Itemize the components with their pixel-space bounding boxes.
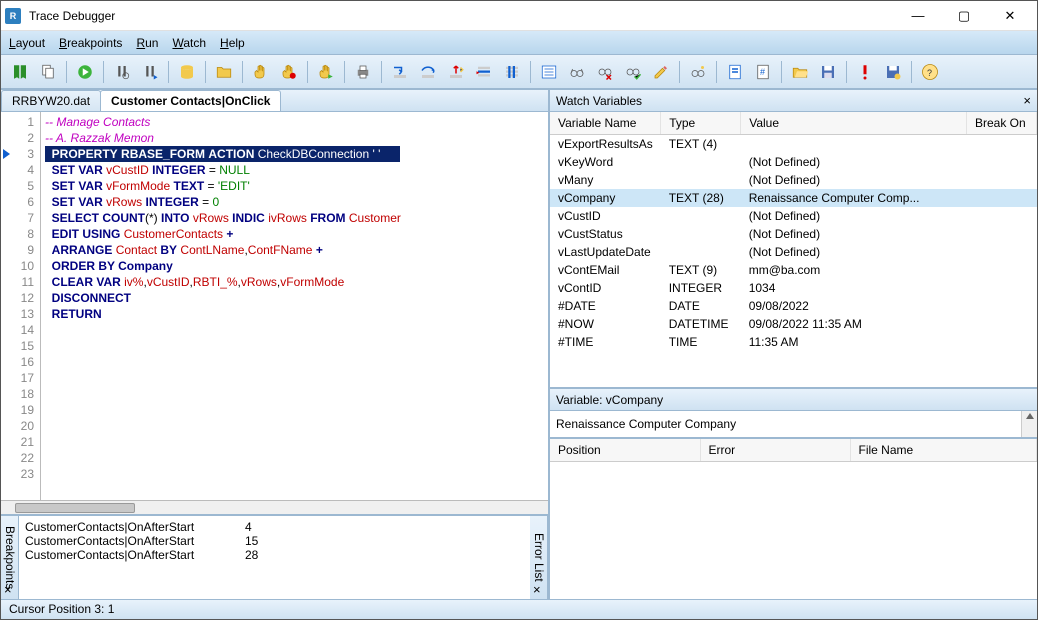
watch-header: Watch Variables × xyxy=(550,90,1037,112)
book-icon[interactable] xyxy=(8,60,32,84)
breakpoints-tab[interactable]: Breakpoints× xyxy=(1,516,19,599)
save-icon[interactable] xyxy=(816,60,840,84)
breakpoint-row[interactable]: CustomerContacts|OnAfterStart28 xyxy=(25,548,524,562)
copy-icon[interactable] xyxy=(36,60,60,84)
menu-bar: Layout Breakpoints Run Watch Help xyxy=(1,31,1037,55)
variable-detail-header: Variable: vCompany xyxy=(550,389,1037,411)
editor-tabs: RRBYW20.dat Customer Contacts|OnClick xyxy=(1,90,548,112)
glasses-icon[interactable] xyxy=(565,60,589,84)
watch-row[interactable]: vKeyWord(Not Defined) xyxy=(550,153,1037,171)
svg-text:?: ? xyxy=(927,67,932,77)
maximize-button[interactable]: ▢ xyxy=(941,2,987,30)
hand-icon[interactable] xyxy=(249,60,273,84)
col-name[interactable]: Variable Name xyxy=(550,112,661,135)
alert-icon[interactable] xyxy=(853,60,877,84)
errors-panel[interactable]: Position Error File Name xyxy=(550,437,1037,599)
watch-row[interactable]: #DATEDATE09/08/2022 xyxy=(550,297,1037,315)
watch-row[interactable]: vCompanyTEXT (28)Renaissance Computer Co… xyxy=(550,189,1037,207)
watch-row[interactable]: vContIDINTEGER1034 xyxy=(550,279,1037,297)
h-scrollbar[interactable] xyxy=(1,500,548,514)
watch-row[interactable]: #TIMETIME11:35 AM xyxy=(550,333,1037,351)
title-bar: R Trace Debugger — ▢ ✕ xyxy=(1,1,1037,31)
menu-help[interactable]: Help xyxy=(220,36,245,50)
find-icon[interactable] xyxy=(110,60,134,84)
run-icon[interactable] xyxy=(73,60,97,84)
window-title: Trace Debugger xyxy=(29,9,895,23)
svg-text:#: # xyxy=(760,67,765,77)
close-button[interactable]: ✕ xyxy=(987,2,1033,30)
run-to-cursor-icon[interactable] xyxy=(472,60,496,84)
step-into-icon[interactable] xyxy=(388,60,412,84)
menu-run[interactable]: Run xyxy=(136,36,158,50)
folder-icon[interactable] xyxy=(212,60,236,84)
glasses-check-icon[interactable] xyxy=(621,60,645,84)
close-icon[interactable]: × xyxy=(4,582,12,597)
code-area[interactable]: -- Manage Contacts-- A. Razzak Memon PRO… xyxy=(41,112,548,500)
menu-watch[interactable]: Watch xyxy=(172,36,206,50)
glasses2-icon[interactable] xyxy=(686,60,710,84)
code-editor[interactable]: 1234567891011121314151617181920212223 --… xyxy=(1,112,548,500)
variable-detail-label: Variable: vCompany xyxy=(556,393,663,407)
watch-row[interactable]: #NOWDATETIME09/08/2022 11:35 AM xyxy=(550,315,1037,333)
watch-row[interactable]: vExportResultsAsTEXT (4) xyxy=(550,135,1037,154)
col-value[interactable]: Value xyxy=(741,112,967,135)
toolbar: # ? xyxy=(1,55,1037,89)
glasses-remove-icon[interactable] xyxy=(593,60,617,84)
variable-detail-value: Renaissance Computer Company xyxy=(550,411,1037,437)
gutter: 1234567891011121314151617181920212223 xyxy=(1,112,41,500)
doc-blue-icon[interactable] xyxy=(723,60,747,84)
database-icon[interactable] xyxy=(175,60,199,84)
col-position[interactable]: Position xyxy=(550,439,700,462)
col-type[interactable]: Type xyxy=(661,112,741,135)
step-over-icon[interactable] xyxy=(416,60,440,84)
watch-row[interactable]: vMany(Not Defined) xyxy=(550,171,1037,189)
watch-table[interactable]: Variable Name Type Value Break On vExpor… xyxy=(550,112,1037,387)
watch-row[interactable]: vCustID(Not Defined) xyxy=(550,207,1037,225)
open-icon[interactable] xyxy=(788,60,812,84)
v-scrollbar[interactable] xyxy=(1021,411,1037,437)
help-icon[interactable]: ? xyxy=(918,60,942,84)
status-bar: Cursor Position 3: 1 xyxy=(1,599,1037,619)
menu-layout[interactable]: Layout xyxy=(9,36,45,50)
step-out-icon[interactable] xyxy=(444,60,468,84)
watch-title: Watch Variables xyxy=(556,94,642,108)
menu-breakpoints[interactable]: Breakpoints xyxy=(59,36,122,50)
watch-row[interactable]: vCustStatus(Not Defined) xyxy=(550,225,1037,243)
pause-icon[interactable] xyxy=(500,60,524,84)
col-error[interactable]: Error xyxy=(700,439,850,462)
breakpoints-list[interactable]: CustomerContacts|OnAfterStart4CustomerCo… xyxy=(19,516,530,599)
tab-file[interactable]: RRBYW20.dat xyxy=(1,90,101,111)
breakpoint-row[interactable]: CustomerContacts|OnAfterStart4 xyxy=(25,520,524,534)
close-icon[interactable]: × xyxy=(1023,93,1031,108)
errorlist-tab[interactable]: Error List× xyxy=(530,516,548,599)
breakpoint-row[interactable]: CustomerContacts|OnAfterStart15 xyxy=(25,534,524,548)
minimize-button[interactable]: — xyxy=(895,2,941,30)
find-next-icon[interactable] xyxy=(138,60,162,84)
edit-icon[interactable] xyxy=(649,60,673,84)
watch-row[interactable]: vLastUpdateDate(Not Defined) xyxy=(550,243,1037,261)
save-alert-icon[interactable] xyxy=(881,60,905,84)
print-icon[interactable] xyxy=(351,60,375,84)
hand-play-icon[interactable] xyxy=(314,60,338,84)
app-window: R Trace Debugger — ▢ ✕ Layout Breakpoint… xyxy=(0,0,1038,620)
app-icon: R xyxy=(5,8,21,24)
col-break[interactable]: Break On xyxy=(967,112,1037,135)
list-icon[interactable] xyxy=(537,60,561,84)
watch-row[interactable]: vContEMailTEXT (9)mm@ba.com xyxy=(550,261,1037,279)
col-filename[interactable]: File Name xyxy=(850,439,1037,462)
hand-stop-icon[interactable] xyxy=(277,60,301,84)
tab-active[interactable]: Customer Contacts|OnClick xyxy=(100,90,281,111)
doc-hash-icon[interactable]: # xyxy=(751,60,775,84)
close-icon[interactable]: × xyxy=(533,582,541,597)
